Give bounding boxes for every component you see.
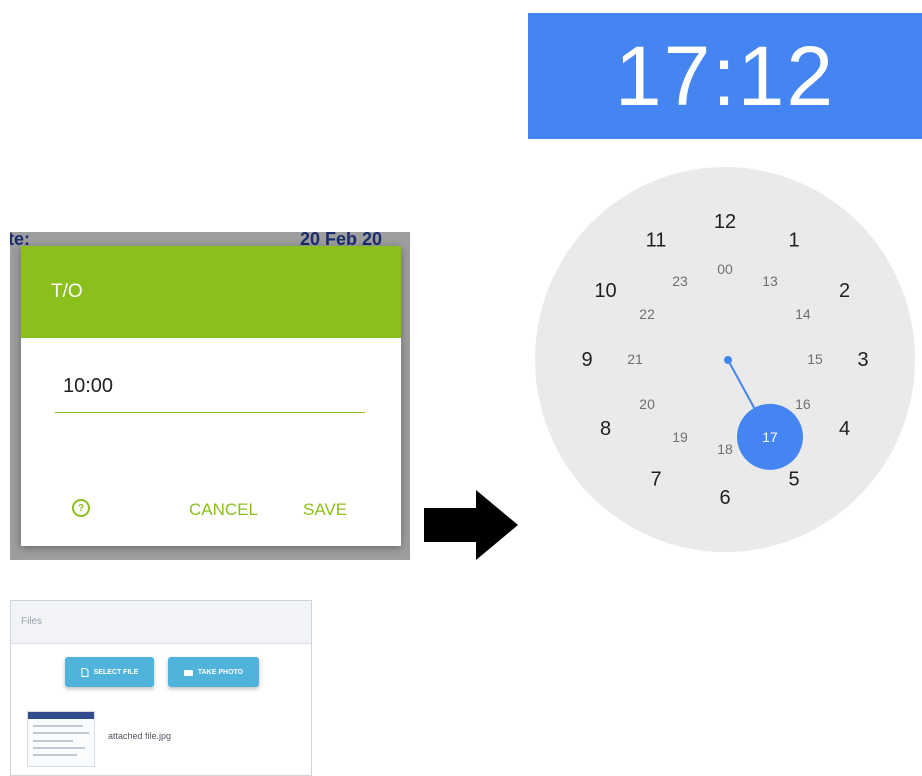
outer-hour-5[interactable]: 5 bbox=[788, 469, 799, 491]
outer-hour-4[interactable]: 4 bbox=[839, 418, 850, 440]
inner-hour-23[interactable]: 23 bbox=[672, 273, 688, 289]
cancel-button[interactable]: CANCEL bbox=[189, 500, 258, 520]
inner-hour-15[interactable]: 15 bbox=[807, 351, 823, 367]
inner-hour-00[interactable]: 00 bbox=[717, 261, 733, 277]
outer-hour-3[interactable]: 3 bbox=[857, 349, 868, 371]
clock-hand bbox=[727, 359, 756, 410]
files-panel: Files SELECT FILE TAKE PHOTO attached fi… bbox=[10, 600, 312, 776]
outer-hour-7[interactable]: 7 bbox=[650, 469, 661, 491]
clock-dial[interactable]: 121234567891011 001314151617181920212223 bbox=[535, 167, 915, 552]
outer-hour-2[interactable]: 2 bbox=[839, 280, 850, 302]
attached-file-name[interactable]: attached file.jpg bbox=[108, 731, 171, 741]
outer-hour-10[interactable]: 10 bbox=[594, 280, 616, 302]
camera-icon bbox=[183, 669, 193, 676]
files-panel-title: Files bbox=[21, 616, 43, 627]
take-photo-button[interactable]: TAKE PHOTO bbox=[168, 657, 259, 687]
outer-hour-8[interactable]: 8 bbox=[600, 418, 611, 440]
save-button[interactable]: SAVE bbox=[303, 500, 347, 520]
inner-hour-16[interactable]: 16 bbox=[795, 396, 811, 412]
inner-hour-13[interactable]: 13 bbox=[762, 273, 778, 289]
right-arrow-icon bbox=[424, 490, 518, 560]
clock-face[interactable]: 12 1 2 3 4 5 6 7 8 9 10 11 00 13 14 15 16 17 18 19 20 21 22 23 bbox=[535, 167, 915, 552]
outer-hour-11[interactable]: 11 bbox=[646, 230, 667, 252]
outer-hour-9[interactable]: 9 bbox=[581, 349, 592, 371]
inner-hour-17[interactable]: 17 bbox=[762, 429, 778, 445]
dialog-header: T/O bbox=[21, 246, 401, 338]
time-input[interactable]: 10:00 bbox=[55, 371, 365, 413]
inner-hour-14[interactable]: 14 bbox=[795, 306, 811, 322]
dialog-title: T/O bbox=[51, 281, 83, 302]
help-icon[interactable]: ? bbox=[72, 499, 90, 517]
select-file-button[interactable]: SELECT FILE bbox=[65, 657, 154, 687]
clock-time-display[interactable]: 17:12 bbox=[615, 34, 835, 118]
outer-hour-1[interactable]: 1 bbox=[788, 230, 799, 252]
inner-hour-18[interactable]: 18 bbox=[717, 441, 733, 457]
take-photo-label: TAKE PHOTO bbox=[197, 668, 244, 676]
file-icon bbox=[81, 667, 89, 677]
help-icon-glyph: ? bbox=[77, 502, 85, 514]
time-dialog: T/O 10:00 ? CANCEL SAVE bbox=[21, 246, 401, 546]
outer-hour-12[interactable]: 12 bbox=[714, 211, 736, 233]
inner-hour-19[interactable]: 19 bbox=[672, 429, 688, 445]
outer-hour-6[interactable]: 6 bbox=[719, 487, 730, 509]
attached-file-thumbnail[interactable] bbox=[27, 711, 95, 767]
files-panel-header: Files bbox=[11, 601, 311, 644]
inner-hour-22[interactable]: 22 bbox=[639, 306, 655, 322]
clock-header: 17:12 bbox=[528, 13, 922, 139]
select-file-label: SELECT FILE bbox=[93, 668, 139, 676]
time-dialog-screenshot: te: 20 Feb 20 T/O 10:00 ? CANCEL SAVE bbox=[10, 232, 410, 560]
clock-center-dot bbox=[724, 356, 732, 364]
inner-hour-21[interactable]: 21 bbox=[627, 351, 643, 367]
inner-hour-20[interactable]: 20 bbox=[639, 396, 655, 412]
